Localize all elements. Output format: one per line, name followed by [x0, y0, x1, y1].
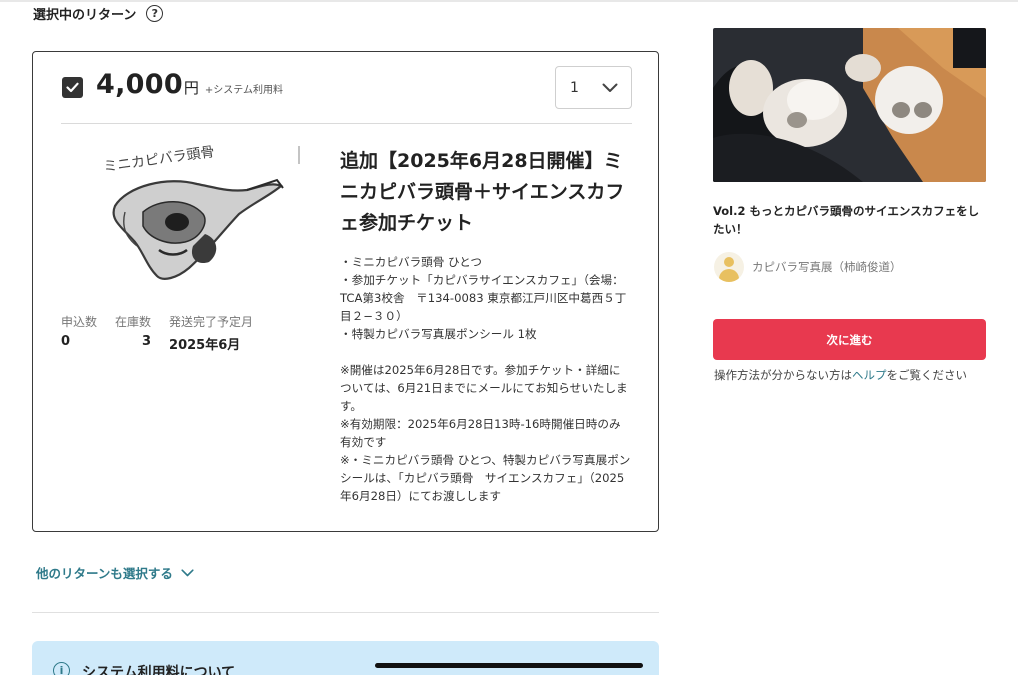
reward-checkbox[interactable]: [62, 77, 83, 98]
select-other-returns-link[interactable]: 他のリターンも選択する: [36, 563, 194, 582]
reward-description: ・ミニカピバラ頭骨 ひとつ ・参加チケット「カピバラサイエンスカフェ」（会場：T…: [340, 255, 631, 503]
stat-ship-month: 発送完了予定月 2025年6月: [169, 315, 254, 353]
reward-sketch-image: ミニカピバラ頭骨: [102, 144, 300, 280]
reward-stats: 申込数 0 在庫数 3 発送完了予定月 2025年6月: [61, 313, 253, 353]
system-fee-info-box: i システム利用料について: [32, 641, 659, 675]
info-circle-icon: i: [53, 662, 70, 675]
checkmark-icon: [66, 82, 79, 93]
card-divider: [61, 123, 632, 124]
stat-stock: 在庫数 3: [115, 315, 152, 349]
reward-title: 追加【2025年6月28日開催】ミニカピバラ頭骨＋サイエンスカフェ参加チケット: [340, 150, 625, 234]
price-value: 4,000: [96, 69, 183, 100]
next-button[interactable]: 次に進む: [713, 319, 986, 360]
quantity-select[interactable]: 1: [555, 66, 632, 109]
home-indicator: [375, 663, 643, 668]
help-text: 操作方法が分からない方はヘルプをご覧ください: [714, 368, 967, 382]
reward-price: 4,000 円 +システム利用料: [96, 69, 283, 100]
system-fee-note: +システム利用料: [204, 85, 284, 96]
info-box-title: システム利用料について: [82, 665, 236, 675]
chevron-down-icon: [602, 83, 618, 92]
section-title: 選択中のリターン: [33, 8, 137, 23]
project-owner[interactable]: カピバラ写真展（柿崎俊道）: [714, 252, 902, 282]
select-other-returns-label: 他のリターンも選択する: [36, 566, 173, 581]
sketch-caption: ミニカピバラ頭骨: [102, 144, 215, 175]
avatar: [714, 252, 744, 282]
quantity-value: 1: [570, 79, 579, 96]
top-divider: [0, 0, 1018, 2]
stat-applications: 申込数 0: [61, 315, 98, 349]
project-title[interactable]: Vol.2 もっとカピバラ頭骨のサイエンスカフェをしたい！: [713, 202, 988, 238]
project-photo: [713, 28, 986, 182]
question-circle-icon[interactable]: ?: [146, 5, 164, 22]
help-link[interactable]: ヘルプ: [852, 368, 887, 382]
selected-reward-card: 4,000 円 +システム利用料 1 ミニカピバラ頭骨 申込数 0 在庫数 3 …: [32, 51, 659, 532]
chevron-down-icon: [181, 568, 194, 576]
price-currency: 円: [183, 79, 199, 97]
section-header: 選択中のリターン ?: [33, 4, 164, 23]
section-divider: [32, 612, 659, 613]
owner-name: カピバラ写真展（柿崎俊道）: [752, 260, 902, 274]
